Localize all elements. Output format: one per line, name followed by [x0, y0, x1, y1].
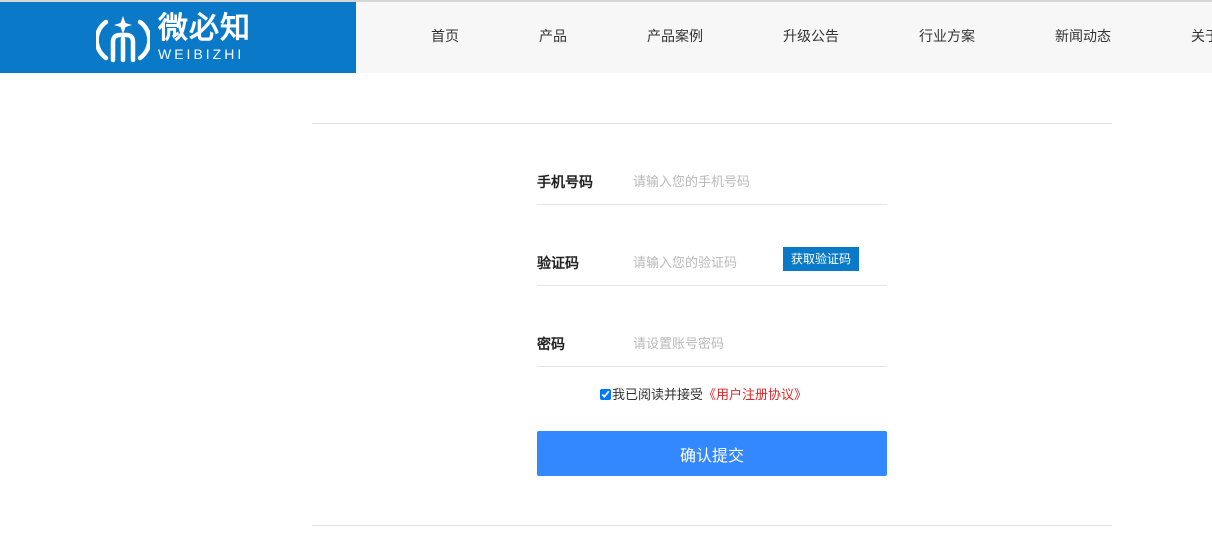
phone-input[interactable] — [633, 169, 783, 195]
agreement-text: 我已阅读并接受 — [612, 388, 704, 403]
get-code-button[interactable]: 获取验证码 — [783, 247, 859, 271]
nav-item-products[interactable]: 产品 — [539, 2, 567, 73]
phone-label: 手机号码 — [537, 175, 593, 191]
password-input[interactable] — [633, 331, 783, 357]
nav-item-news[interactable]: 新闻动态 — [1055, 2, 1111, 73]
code-label: 验证码 — [537, 256, 579, 272]
agreement-checkbox[interactable] — [600, 389, 611, 400]
nav-item-announcements[interactable]: 升级公告 — [783, 2, 839, 73]
bottom-divider — [312, 525, 1112, 526]
agreement-row: 我已阅读并接受《用户注册协议》 — [600, 386, 807, 406]
password-label: 密码 — [537, 337, 565, 353]
submit-button[interactable]: 确认提交 — [537, 431, 887, 476]
nav-item-home[interactable]: 首页 — [431, 2, 459, 73]
nav-item-cases[interactable]: 产品案例 — [647, 2, 703, 73]
top-divider — [312, 123, 1112, 124]
code-input[interactable] — [633, 250, 783, 276]
phone-field-row: 手机号码 — [537, 165, 887, 205]
nav-item-solutions[interactable]: 行业方案 — [919, 2, 975, 73]
main-nav: 首页 产品 产品案例 升级公告 行业方案 新闻动态 关于 — [0, 2, 1212, 73]
password-field-row: 密码 — [537, 327, 887, 367]
code-field-row: 验证码 获取验证码 — [537, 246, 887, 286]
nav-item-about[interactable]: 关于 — [1191, 2, 1212, 73]
agreement-link[interactable]: 《用户注册协议》 — [703, 388, 807, 403]
